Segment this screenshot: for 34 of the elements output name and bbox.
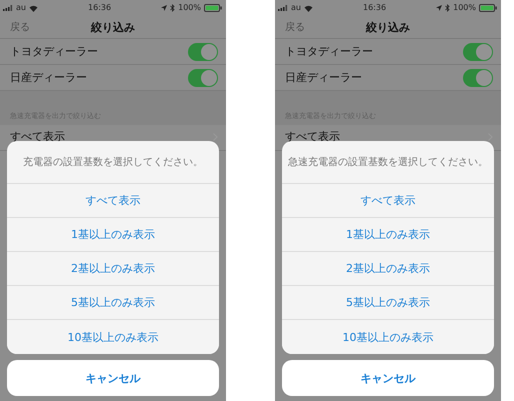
- row-label: すべて表示: [285, 129, 340, 144]
- toggle-label: トヨタディーラー: [10, 44, 98, 59]
- bluetooth-icon: [170, 4, 176, 12]
- status-time: 16:36: [88, 3, 112, 13]
- location-icon: [161, 5, 168, 11]
- screen-title: 絞り込み: [91, 20, 135, 34]
- toggle-label: 日産ディーラー: [10, 70, 87, 85]
- toggle-switch[interactable]: [188, 42, 218, 60]
- back-button[interactable]: 戻る: [275, 20, 305, 34]
- toggle-switch[interactable]: [463, 42, 493, 60]
- carrier-name: au: [16, 3, 26, 13]
- chevron-icon: [488, 133, 493, 141]
- wifi-icon: [304, 4, 313, 12]
- location-icon: [436, 5, 442, 11]
- chevron-icon: [213, 133, 218, 141]
- toggle-switch[interactable]: [188, 68, 218, 86]
- status-time: 16:36: [363, 3, 386, 13]
- wifi-icon: [28, 4, 38, 12]
- bluetooth-icon: [445, 4, 450, 12]
- back-button[interactable]: 戻る: [0, 20, 30, 34]
- battery-icon: [478, 4, 498, 12]
- screen-title: 絞り込み: [366, 20, 410, 34]
- toggle-label: 日産ディーラー: [285, 70, 362, 85]
- cancel-button[interactable]: キャンセル: [282, 360, 494, 396]
- signal-icon: [3, 5, 13, 11]
- toggle-label: トヨタディーラー: [285, 44, 373, 59]
- battery-icon: [204, 4, 223, 12]
- signal-icon: [278, 5, 288, 11]
- cancel-button[interactable]: キャンセル: [7, 360, 219, 396]
- carrier-name: au: [291, 3, 301, 13]
- toggle-switch[interactable]: [463, 68, 493, 86]
- battery-percent: 100%: [453, 3, 476, 13]
- battery-percent: 100%: [178, 3, 201, 13]
- row-label: すべて表示: [10, 129, 65, 144]
